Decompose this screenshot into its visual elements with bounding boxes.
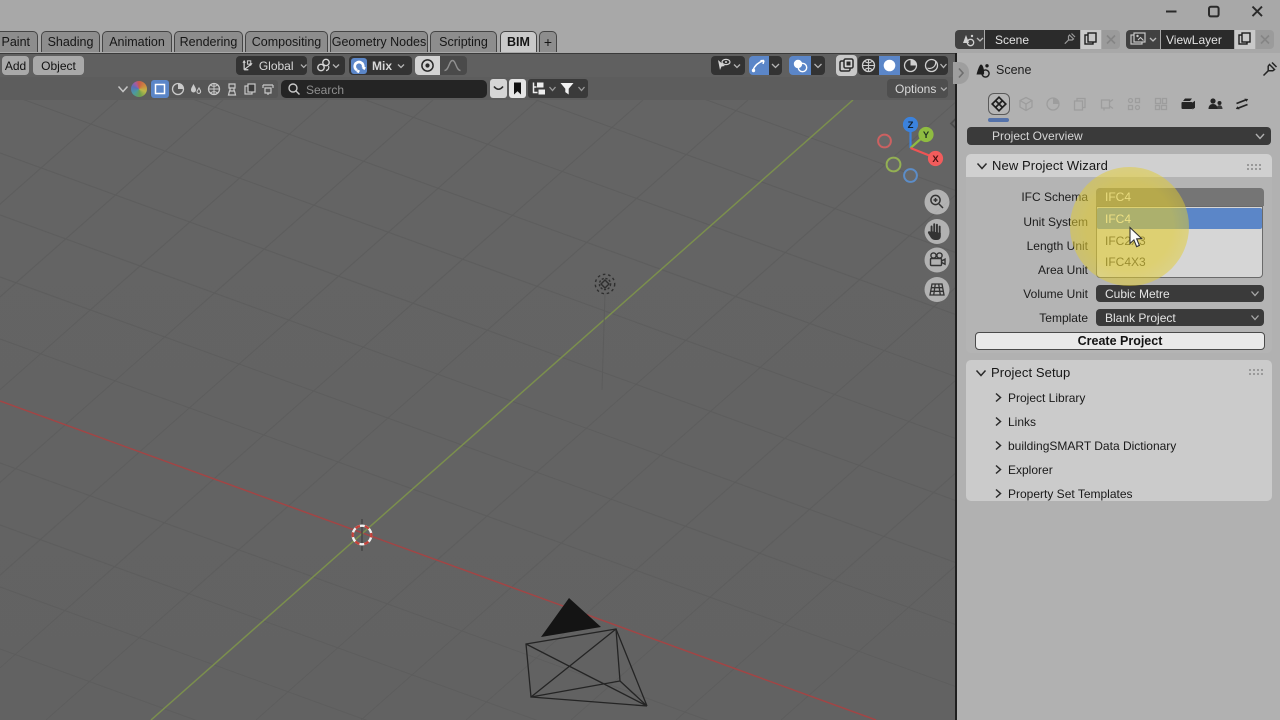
svg-text:Z: Z [908,120,914,131]
svg-text:X: X [932,154,939,165]
svg-text:Y: Y [923,130,930,141]
